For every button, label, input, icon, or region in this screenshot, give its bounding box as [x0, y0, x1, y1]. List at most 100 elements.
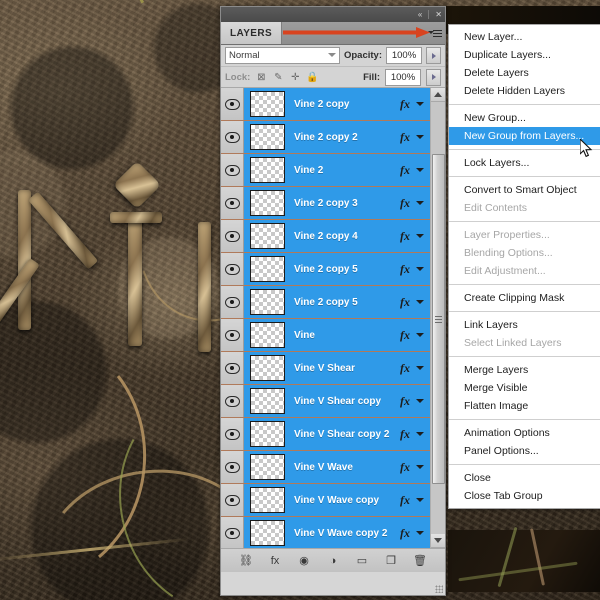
eye-icon[interactable]	[224, 461, 240, 473]
eye-icon[interactable]	[224, 494, 240, 506]
opacity-stepper[interactable]	[426, 47, 441, 64]
layer-name[interactable]: Vine 2	[294, 165, 400, 176]
expand-effects-chevron-icon[interactable]	[416, 498, 424, 502]
new-group-icon[interactable]: ▭	[355, 553, 370, 568]
table-row[interactable]: Vine V Wave fx	[221, 451, 430, 484]
expand-effects-chevron-icon[interactable]	[416, 168, 424, 172]
layer-effects-fx-icon[interactable]: fx	[400, 130, 410, 145]
lock-image-pixels-brush-icon[interactable]: ✎	[272, 71, 284, 83]
layer-effects-fx-icon[interactable]: fx	[400, 460, 410, 475]
layer-name[interactable]: Vine 2 copy	[294, 99, 400, 110]
menu-item[interactable]: New Group...	[449, 109, 600, 127]
layer-effects-fx-icon[interactable]: fx	[400, 427, 410, 442]
panel-tab-row[interactable]: LAYERS	[221, 22, 445, 45]
expand-effects-chevron-icon[interactable]	[416, 102, 424, 106]
expand-effects-chevron-icon[interactable]	[416, 300, 424, 304]
menu-item[interactable]: Delete Hidden Layers	[449, 82, 600, 100]
eye-icon[interactable]	[224, 263, 240, 275]
scrollbar-track[interactable]	[431, 102, 445, 534]
layer-name[interactable]: Vine	[294, 330, 400, 341]
eye-icon[interactable]	[224, 395, 240, 407]
layer-thumbnail[interactable]	[250, 190, 285, 216]
new-layer-icon[interactable]: ❐	[384, 553, 399, 568]
layer-visibility-toggle[interactable]	[221, 451, 244, 483]
layer-thumbnail[interactable]	[250, 157, 285, 183]
layer-thumbnail[interactable]	[250, 289, 285, 315]
blend-mode-select[interactable]: Normal	[225, 47, 340, 64]
layer-effects-fx-icon[interactable]: fx	[400, 97, 410, 112]
expand-effects-chevron-icon[interactable]	[416, 201, 424, 205]
collapse-icon[interactable]: «	[418, 10, 422, 19]
layer-visibility-toggle[interactable]	[221, 154, 244, 186]
layer-effects-fx-icon[interactable]: fx	[400, 262, 410, 277]
layer-effects-fx-icon[interactable]: fx	[400, 295, 410, 310]
link-layers-icon[interactable]: ⛓	[239, 553, 254, 568]
scrollbar-thumb[interactable]	[432, 154, 445, 484]
expand-effects-chevron-icon[interactable]	[416, 399, 424, 403]
layers-panel[interactable]: « ✕ LAYERS Normal Opacity: 100% Lock: ⊠ …	[220, 6, 446, 596]
layer-thumbnail[interactable]	[250, 520, 285, 546]
menu-item[interactable]: Panel Options...	[449, 442, 600, 460]
layer-visibility-toggle[interactable]	[221, 187, 244, 219]
layer-visibility-toggle[interactable]	[221, 484, 244, 516]
layer-visibility-toggle[interactable]	[221, 517, 244, 548]
layer-name[interactable]: Vine V Wave copy 2	[294, 528, 400, 539]
eye-icon[interactable]	[224, 164, 240, 176]
layer-effects-fx-icon[interactable]: fx	[400, 394, 410, 409]
tab-layers[interactable]: LAYERS	[221, 22, 283, 44]
menu-item[interactable]: Convert to Smart Object	[449, 181, 600, 199]
layer-thumbnail[interactable]	[250, 355, 285, 381]
layer-thumbnail[interactable]	[250, 322, 285, 348]
panel-menu-icon[interactable]	[427, 22, 445, 44]
menu-item[interactable]: Merge Visible	[449, 379, 600, 397]
eye-icon[interactable]	[224, 527, 240, 539]
panel-context-menu[interactable]: New Layer... Duplicate Layers... Delete La…	[448, 24, 600, 509]
menu-item[interactable]: Delete Layers	[449, 64, 600, 82]
fill-stepper[interactable]	[426, 68, 441, 86]
layer-effects-fx-icon[interactable]: fx	[400, 196, 410, 211]
menu-item[interactable]: Animation Options	[449, 424, 600, 442]
scroll-up-arrow-icon[interactable]	[431, 88, 445, 102]
layer-name[interactable]: Vine V Shear copy	[294, 396, 400, 407]
expand-effects-chevron-icon[interactable]	[416, 432, 424, 436]
expand-effects-chevron-icon[interactable]	[416, 465, 424, 469]
layer-effects-fx-icon[interactable]: fx	[400, 361, 410, 376]
table-row[interactable]: Vine V Wave copy fx	[221, 484, 430, 517]
menu-item[interactable]: Lock Layers...	[449, 154, 600, 172]
table-row[interactable]: Vine 2 fx	[221, 154, 430, 187]
layer-visibility-toggle[interactable]	[221, 121, 244, 153]
eye-icon[interactable]	[224, 98, 240, 110]
delete-layer-icon[interactable]: 🗑	[413, 553, 428, 568]
layer-visibility-toggle[interactable]	[221, 88, 244, 120]
layer-effects-fx-icon[interactable]: fx	[400, 493, 410, 508]
table-row[interactable]: Vine V Wave copy 2 fx	[221, 517, 430, 548]
eye-icon[interactable]	[224, 362, 240, 374]
lock-position-move-icon[interactable]: ✛	[289, 71, 301, 83]
adjustment-layer-icon[interactable]: ◑	[326, 553, 341, 568]
layer-mask-icon[interactable]: ◉	[297, 553, 312, 568]
lock-all-icon[interactable]: 🔒	[306, 71, 318, 83]
menu-item[interactable]: New Layer...	[449, 28, 600, 46]
table-row[interactable]: Vine 2 copy 3 fx	[221, 187, 430, 220]
chevron-down-icon[interactable]	[327, 53, 336, 57]
menu-item[interactable]: Duplicate Layers...	[449, 46, 600, 64]
layer-visibility-toggle[interactable]	[221, 220, 244, 252]
layer-name[interactable]: Vine 2 copy 5	[294, 297, 400, 308]
layer-thumbnail[interactable]	[250, 421, 285, 447]
eye-icon[interactable]	[224, 329, 240, 341]
eye-icon[interactable]	[224, 296, 240, 308]
expand-effects-chevron-icon[interactable]	[416, 135, 424, 139]
opacity-input[interactable]: 100%	[386, 47, 422, 64]
menu-item[interactable]: New Group from Layers...	[449, 127, 600, 145]
layer-name[interactable]: Vine V Shear copy 2	[294, 429, 400, 440]
menu-item[interactable]: Close Tab Group	[449, 487, 600, 505]
layers-list[interactable]: Vine 2 copy fx Vine 2 copy 2 fx Vine 2 fx Vine…	[221, 88, 430, 548]
layer-thumbnail[interactable]	[250, 223, 285, 249]
layer-name[interactable]: Vine 2 copy 2	[294, 132, 400, 143]
layers-scrollbar[interactable]	[430, 88, 445, 548]
table-row[interactable]: Vine fx	[221, 319, 430, 352]
lock-fill-row[interactable]: Lock: ⊠ ✎ ✛ 🔒 Fill: 100%	[221, 67, 445, 88]
layer-name[interactable]: Vine V Wave copy	[294, 495, 400, 506]
layer-effects-fx-icon[interactable]: fx	[400, 328, 410, 343]
eye-icon[interactable]	[224, 230, 240, 242]
